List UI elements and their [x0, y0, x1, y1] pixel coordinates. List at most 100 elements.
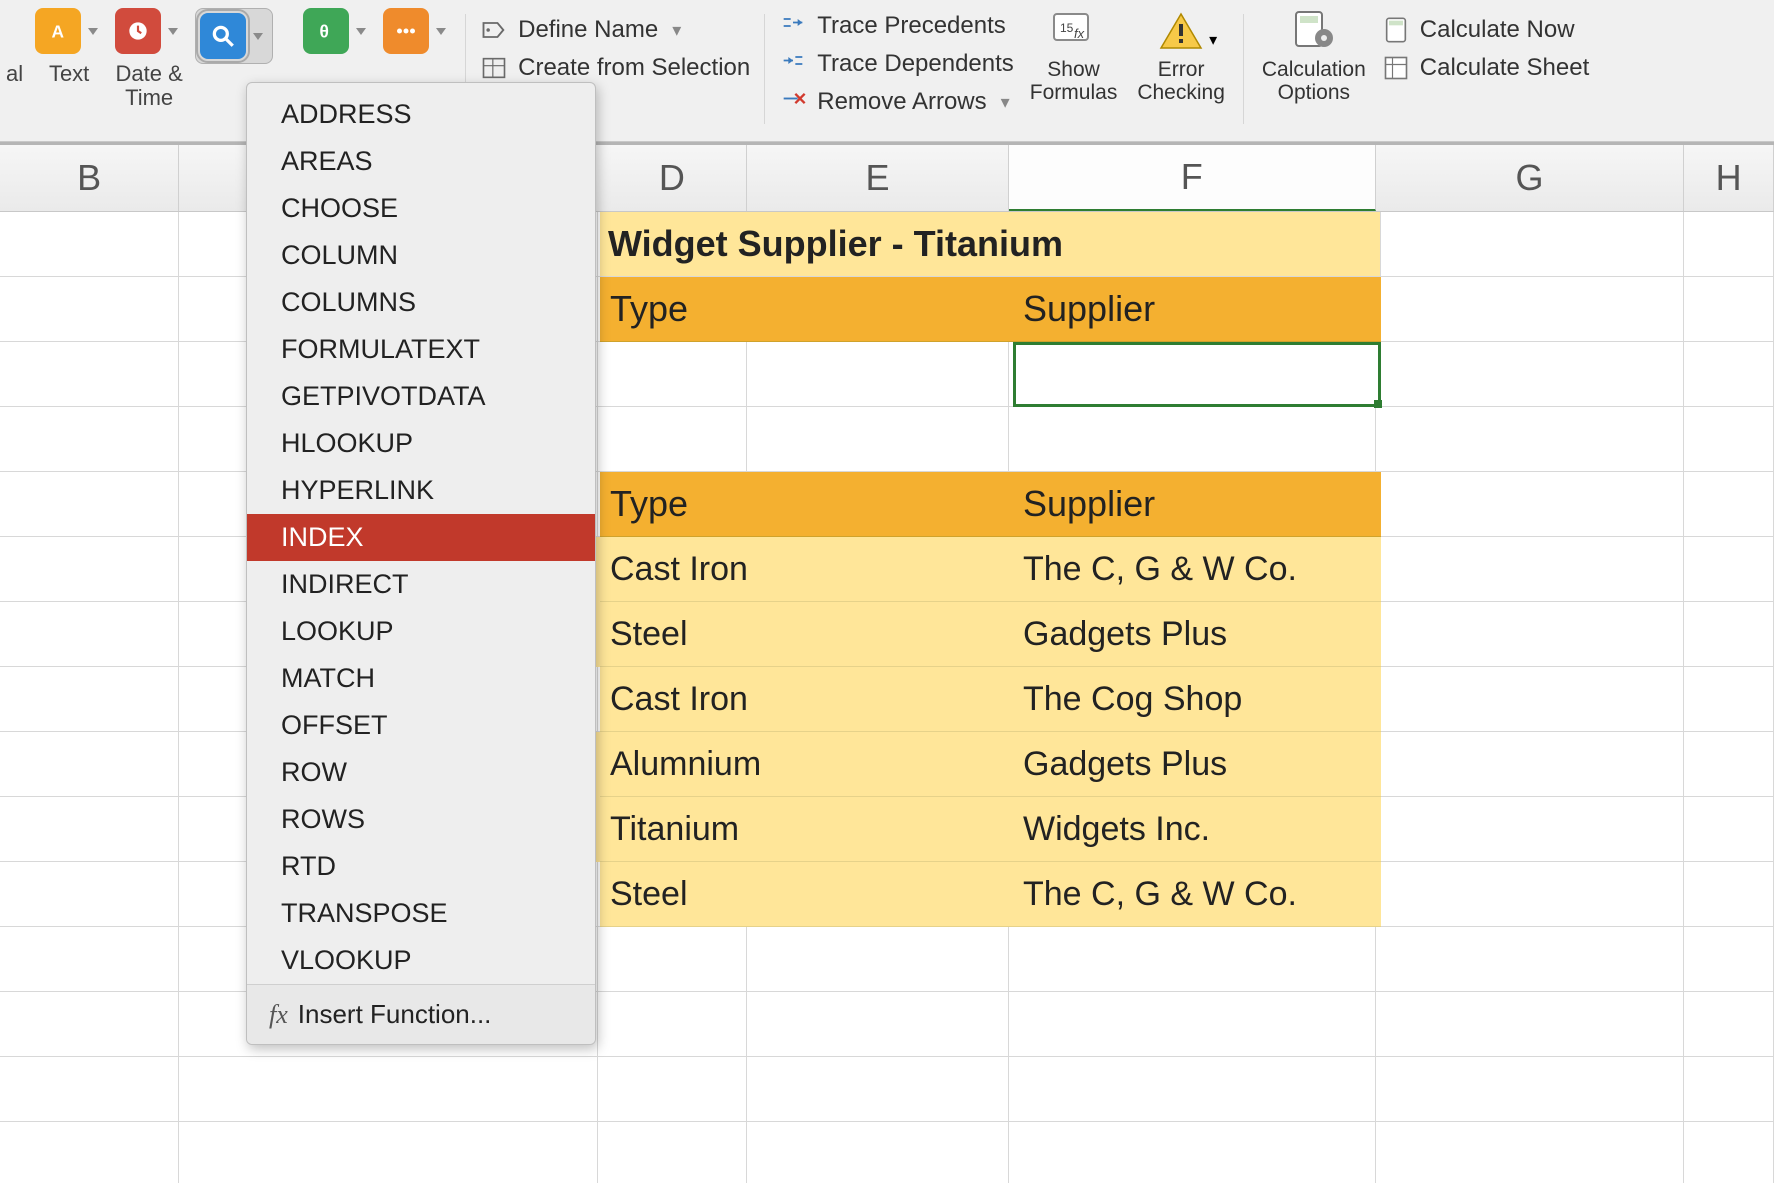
cell[interactable] [1009, 927, 1376, 992]
dropdown-item-vlookup[interactable]: VLOOKUP [247, 937, 595, 984]
math-functions-button[interactable]: θ [303, 8, 349, 54]
cell[interactable] [0, 862, 179, 927]
cell[interactable] [1376, 342, 1685, 407]
cell[interactable] [0, 797, 179, 862]
calculate-sheet-button[interactable]: Calculate Sheet [1376, 52, 1595, 84]
cell[interactable] [0, 602, 179, 667]
table-row[interactable]: SteelGadgets Plus [600, 602, 1381, 667]
math-functions-dropdown[interactable] [351, 8, 371, 54]
col-header-G[interactable]: G [1376, 145, 1685, 211]
cell[interactable] [1684, 732, 1774, 797]
table-row[interactable]: SteelThe C, G & W Co. [600, 862, 1381, 927]
cell[interactable] [1376, 407, 1685, 472]
cell[interactable] [0, 407, 179, 472]
cell[interactable] [1684, 602, 1774, 667]
text-functions-button[interactable]: A [35, 8, 81, 54]
calculate-now-button[interactable]: Calculate Now [1376, 14, 1595, 46]
cell[interactable] [1684, 277, 1774, 342]
cell[interactable] [1009, 342, 1376, 407]
dropdown-item-rtd[interactable]: RTD [247, 843, 595, 890]
calculation-options-button[interactable]: Calculation Options [1252, 8, 1376, 104]
cell[interactable] [1376, 602, 1685, 667]
table-row[interactable]: Cast IronThe Cog Shop [600, 667, 1381, 732]
cell[interactable] [1376, 1122, 1685, 1183]
cell[interactable] [1376, 277, 1685, 342]
cell[interactable] [0, 992, 179, 1057]
cell[interactable] [1376, 732, 1685, 797]
table-row[interactable]: Cast IronThe C, G & W Co. [600, 537, 1381, 602]
cell[interactable] [1684, 407, 1774, 472]
cell[interactable] [1684, 1057, 1774, 1122]
cell[interactable] [598, 407, 747, 472]
cell[interactable] [0, 1057, 179, 1122]
dropdown-item-index[interactable]: INDEX [247, 514, 595, 561]
cell[interactable] [747, 927, 1009, 992]
dropdown-item-choose[interactable]: CHOOSE [247, 185, 595, 232]
cell[interactable] [1684, 927, 1774, 992]
lookup-functions-dropdown[interactable] [248, 13, 268, 59]
datetime-functions-button[interactable] [115, 8, 161, 54]
error-checking-button[interactable]: ▾ Error Checking [1127, 8, 1235, 104]
dropdown-item-transpose[interactable]: TRANSPOSE [247, 890, 595, 937]
dropdown-item-formulatext[interactable]: FORMULATEXT [247, 326, 595, 373]
cell[interactable] [747, 1122, 1009, 1183]
cell[interactable] [1684, 1122, 1774, 1183]
cell[interactable] [1684, 862, 1774, 927]
remove-arrows-button[interactable]: Remove Arrows ▾ [773, 86, 1020, 118]
cell[interactable] [1376, 1057, 1685, 1122]
dropdown-item-match[interactable]: MATCH [247, 655, 595, 702]
table-row[interactable]: TitaniumWidgets Inc. [600, 797, 1381, 862]
col-header-E[interactable]: E [747, 145, 1009, 211]
cell[interactable] [1684, 667, 1774, 732]
cell[interactable] [1684, 797, 1774, 862]
cell[interactable] [179, 1057, 597, 1122]
cell[interactable] [598, 1057, 747, 1122]
cell[interactable] [0, 537, 179, 602]
dropdown-item-indirect[interactable]: INDIRECT [247, 561, 595, 608]
cell[interactable] [0, 732, 179, 797]
cell[interactable] [1376, 927, 1685, 992]
cell[interactable] [1376, 992, 1685, 1057]
lookup-functions-button[interactable] [200, 13, 246, 59]
datetime-functions-dropdown[interactable] [163, 8, 183, 54]
cell[interactable] [1684, 472, 1774, 537]
cell[interactable] [0, 342, 179, 407]
cell[interactable] [1376, 472, 1685, 537]
cell[interactable] [1009, 407, 1376, 472]
dropdown-item-getpivotdata[interactable]: GETPIVOTDATA [247, 373, 595, 420]
col-header-D[interactable]: D [598, 145, 747, 211]
dropdown-item-hlookup[interactable]: HLOOKUP [247, 420, 595, 467]
cell[interactable] [598, 992, 747, 1057]
trace-precedents-button[interactable]: Trace Precedents [773, 10, 1020, 42]
show-formulas-button[interactable]: 15 fx Show Formulas [1020, 8, 1128, 104]
cell[interactable] [179, 1122, 597, 1183]
cell[interactable] [0, 472, 179, 537]
cell[interactable] [0, 927, 179, 992]
dropdown-item-rows[interactable]: ROWS [247, 796, 595, 843]
dropdown-item-offset[interactable]: OFFSET [247, 702, 595, 749]
trace-dependents-button[interactable]: Trace Dependents [773, 48, 1020, 80]
cell[interactable] [1009, 992, 1376, 1057]
col-header-H[interactable]: H [1684, 145, 1774, 211]
cell[interactable] [0, 212, 179, 277]
cell[interactable] [1684, 537, 1774, 602]
dropdown-item-columns[interactable]: COLUMNS [247, 279, 595, 326]
cell[interactable] [747, 342, 1009, 407]
more-functions-dropdown[interactable] [431, 8, 451, 54]
col-header-F[interactable]: F [1009, 145, 1376, 211]
cell[interactable] [1009, 1122, 1376, 1183]
dropdown-item-row[interactable]: ROW [247, 749, 595, 796]
cell[interactable] [1376, 667, 1685, 732]
cell[interactable] [0, 1122, 179, 1183]
cell[interactable] [1684, 212, 1774, 277]
cell[interactable] [598, 1122, 747, 1183]
table-row[interactable]: AlumniumGadgets Plus [600, 732, 1381, 797]
dropdown-item-hyperlink[interactable]: HYPERLINK [247, 467, 595, 514]
cell[interactable] [0, 667, 179, 732]
dropdown-item-column[interactable]: COLUMN [247, 232, 595, 279]
dropdown-item-lookup[interactable]: LOOKUP [247, 608, 595, 655]
cell[interactable] [1684, 992, 1774, 1057]
cell[interactable] [747, 407, 1009, 472]
text-functions-dropdown[interactable] [83, 8, 103, 54]
cell[interactable] [747, 992, 1009, 1057]
